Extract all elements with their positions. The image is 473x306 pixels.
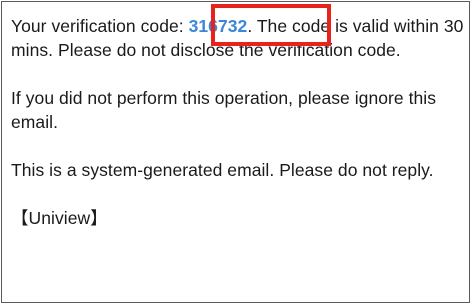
email-body: Your verification code: 316732. The code… [11,14,469,230]
verification-code: 316732 [188,16,248,36]
ignore-paragraph: If you did not perform this operation, p… [11,88,437,132]
system-paragraph: This is a system-generated email. Please… [11,160,434,180]
verification-paragraph: Your verification code: 316732. The code… [11,14,469,62]
email-signature: 【Uniview】 [11,208,108,228]
email-body-frame: Your verification code: 316732. The code… [1,1,470,303]
code-prefix-text: Your verification code: [11,16,189,36]
